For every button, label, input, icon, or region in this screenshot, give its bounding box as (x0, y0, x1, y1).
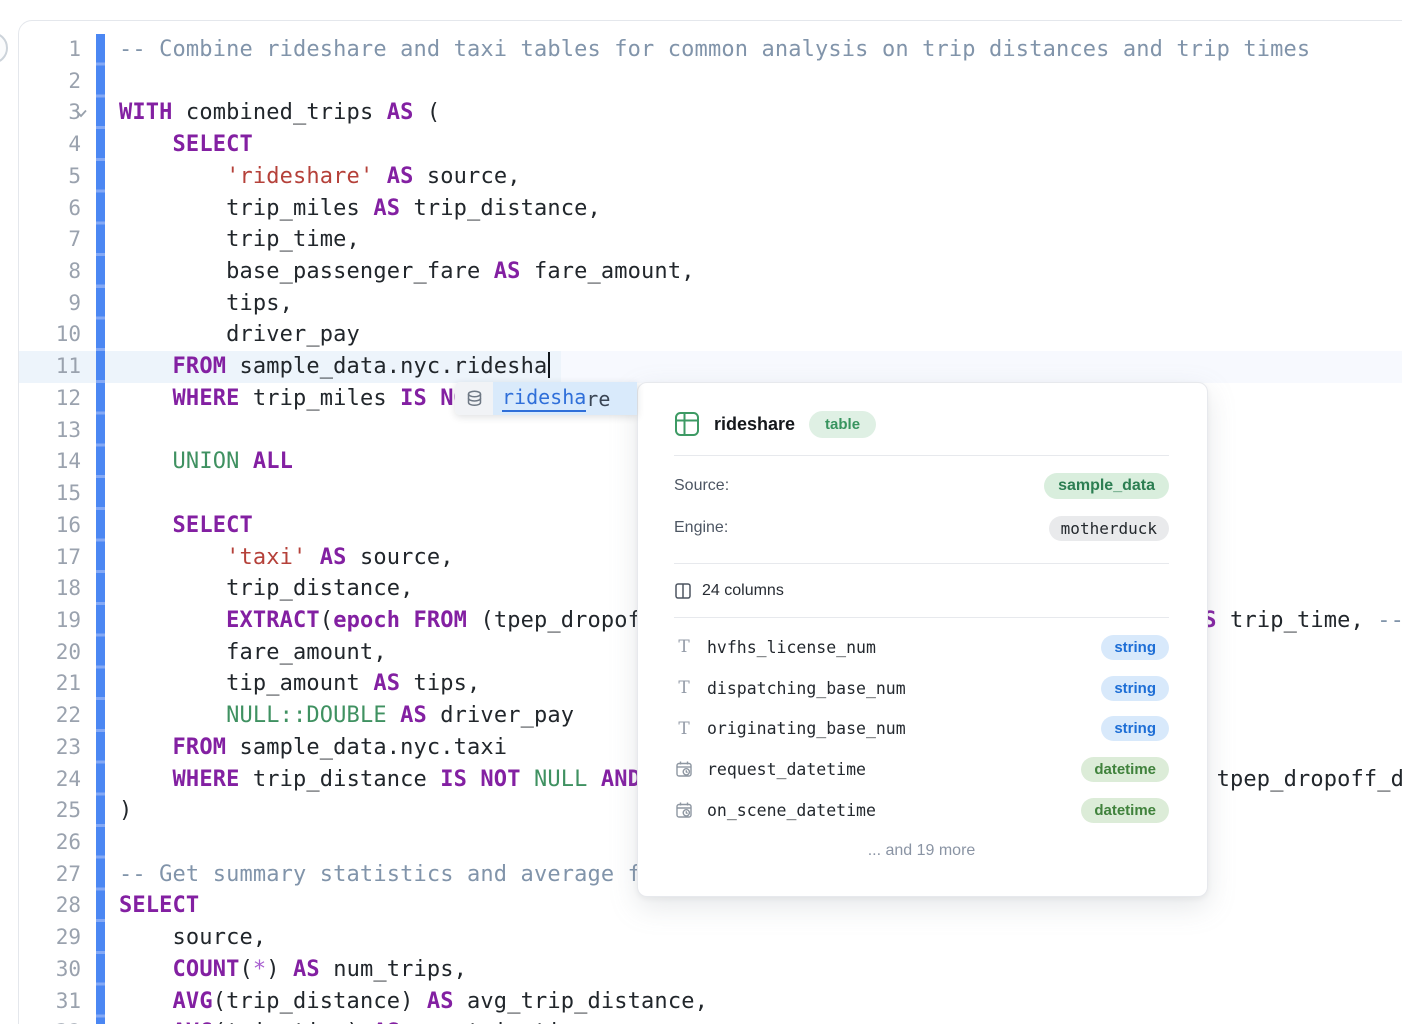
column-type-badge: datetime (1081, 798, 1169, 823)
autocomplete-option-rideshare[interactable]: rideshare (493, 382, 637, 415)
source-value-badge: sample_data (1044, 473, 1169, 499)
source-label: Source: (674, 477, 729, 495)
text-cursor (548, 352, 550, 378)
edge-circle-decoration[interactable] (0, 32, 8, 64)
column-row: Thvfhs_license_numstring (674, 627, 1169, 668)
code-line[interactable]: driver_pay (119, 319, 1402, 351)
code-line[interactable]: trip_time, (119, 224, 1402, 256)
table-name: rideshare (714, 414, 795, 435)
code-line[interactable]: AVG(trip_distance) AS avg_trip_distance, (119, 986, 1402, 1018)
code-line[interactable]: tips, (119, 288, 1402, 320)
code-line[interactable]: 'rideshare' AS source, (119, 161, 1402, 193)
code-line[interactable]: WITH combined_trips AS ( (119, 97, 1402, 129)
column-row: on_scene_datetimedatetime (674, 790, 1169, 831)
string-type-icon: T (678, 637, 689, 657)
code-line[interactable]: trip_miles AS trip_distance, (119, 193, 1402, 225)
column-row: request_datetimedatetime (674, 749, 1169, 790)
datetime-type-icon (675, 801, 693, 819)
columns-count: 24 columns (702, 582, 784, 600)
code-line[interactable]: AVG(trip_time) AS avg_trip_time, (119, 1017, 1402, 1024)
code-line[interactable]: -- Combine rideshare and taxi tables for… (119, 34, 1402, 66)
code-line[interactable]: COUNT(*) AS num_trips, (119, 954, 1402, 986)
autocomplete-rest-text: re (586, 387, 610, 411)
engine-row: Engine: motherduck (674, 507, 1169, 549)
column-type-badge: string (1101, 716, 1169, 741)
code-line[interactable]: SELECT (119, 129, 1402, 161)
table-info-header: rideshare table (674, 410, 1169, 438)
column-type-badge: datetime (1081, 757, 1169, 782)
columns-icon (674, 582, 692, 600)
divider (674, 455, 1169, 456)
table-icon (674, 411, 700, 437)
divider (674, 617, 1169, 618)
table-type-badge: table (809, 411, 876, 438)
column-name: on_scene_datetime (707, 801, 1081, 820)
column-name: request_datetime (707, 760, 1081, 779)
code-line[interactable] (119, 66, 1402, 98)
more-columns-note: ... and 19 more (674, 842, 1169, 872)
column-row: Toriginating_base_numstring (674, 708, 1169, 749)
column-type-badge: string (1101, 676, 1169, 701)
table-info-panel: rideshare table Source: sample_data Engi… (637, 382, 1208, 897)
database-icon (455, 382, 493, 415)
string-type-icon: T (678, 678, 689, 698)
string-type-icon: T (678, 719, 689, 739)
columns-count-row: 24 columns (674, 564, 1169, 617)
source-row: Source: sample_data (674, 465, 1169, 507)
column-row: Tdispatching_base_numstring (674, 668, 1169, 709)
column-name: dispatching_base_num (707, 679, 1101, 698)
code-line[interactable]: source, (119, 922, 1402, 954)
autocomplete-popup[interactable]: rideshare (455, 382, 637, 415)
column-name: hvfhs_license_num (707, 638, 1101, 657)
datetime-type-icon (675, 760, 693, 778)
code-line[interactable]: base_passenger_fare AS fare_amount, (119, 256, 1402, 288)
engine-label: Engine: (674, 519, 728, 537)
engine-value-badge: motherduck (1049, 516, 1169, 541)
column-name: originating_base_num (707, 719, 1101, 738)
column-type-badge: string (1101, 635, 1169, 660)
sql-editor-screen: 1234567891011121314151617181920212223242… (0, 0, 1402, 1024)
autocomplete-match-text: ridesha (502, 385, 586, 412)
code-line[interactable]: FROM sample_data.nyc.ridesha (119, 351, 1402, 383)
